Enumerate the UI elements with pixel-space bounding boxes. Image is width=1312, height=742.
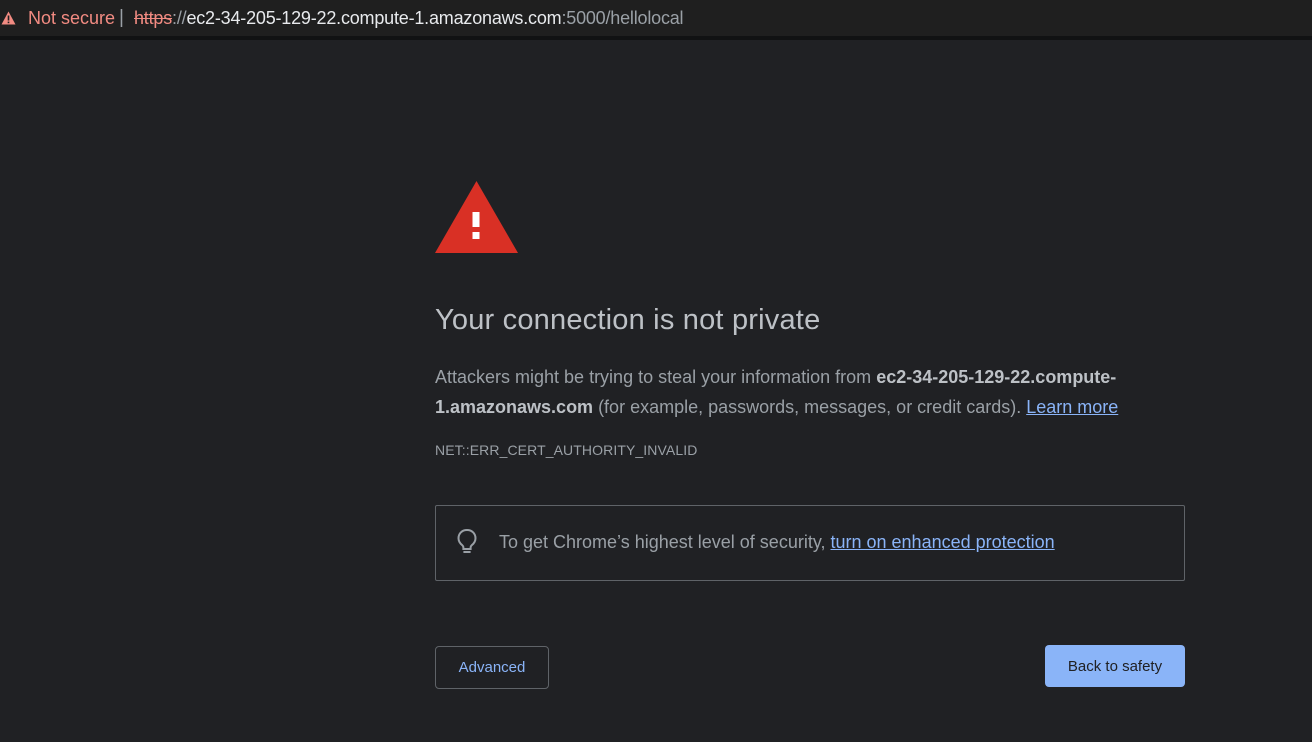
url-host: ec2-34-205-129-22.compute-1.amazonaws.co… <box>186 8 562 28</box>
back-to-safety-button[interactable]: Back to safety <box>1045 645 1185 687</box>
enhanced-protection-link[interactable]: turn on enhanced protection <box>831 532 1055 552</box>
advanced-button[interactable]: Advanced <box>435 646 549 689</box>
warning-icon[interactable] <box>1 11 16 25</box>
explanation-suffix: (for example, passwords, messages, or cr… <box>593 397 1027 417</box>
enhanced-protection-text: To get Chrome’s highest level of securit… <box>499 532 1055 553</box>
url-scheme-separator: :// <box>172 8 187 28</box>
explanation-text: Attackers might be trying to steal your … <box>435 367 877 387</box>
error-explanation: Attackers might be trying to steal your … <box>435 362 1175 422</box>
url-text[interactable]: https://ec2-34-205-129-22.compute-1.amaz… <box>134 8 684 29</box>
toolbar-divider <box>0 36 1312 40</box>
address-separator: | <box>119 7 124 28</box>
enhanced-protection-banner: To get Chrome’s highest level of securit… <box>435 505 1185 581</box>
lightbulb-icon <box>457 528 477 553</box>
security-status-label[interactable]: Not secure <box>28 8 115 29</box>
url-path: :5000/hellolocal <box>561 8 684 28</box>
address-bar[interactable]: Not secure | https://ec2-34-205-129-22.c… <box>0 0 1312 36</box>
error-code: NET::ERR_CERT_AUTHORITY_INVALID <box>435 442 698 458</box>
danger-triangle-icon <box>435 181 518 253</box>
url-scheme: https <box>134 8 173 28</box>
enhanced-protection-prefix: To get Chrome’s highest level of securit… <box>499 532 831 552</box>
page-title: Your connection is not private <box>435 304 821 336</box>
learn-more-link[interactable]: Learn more <box>1026 397 1118 417</box>
